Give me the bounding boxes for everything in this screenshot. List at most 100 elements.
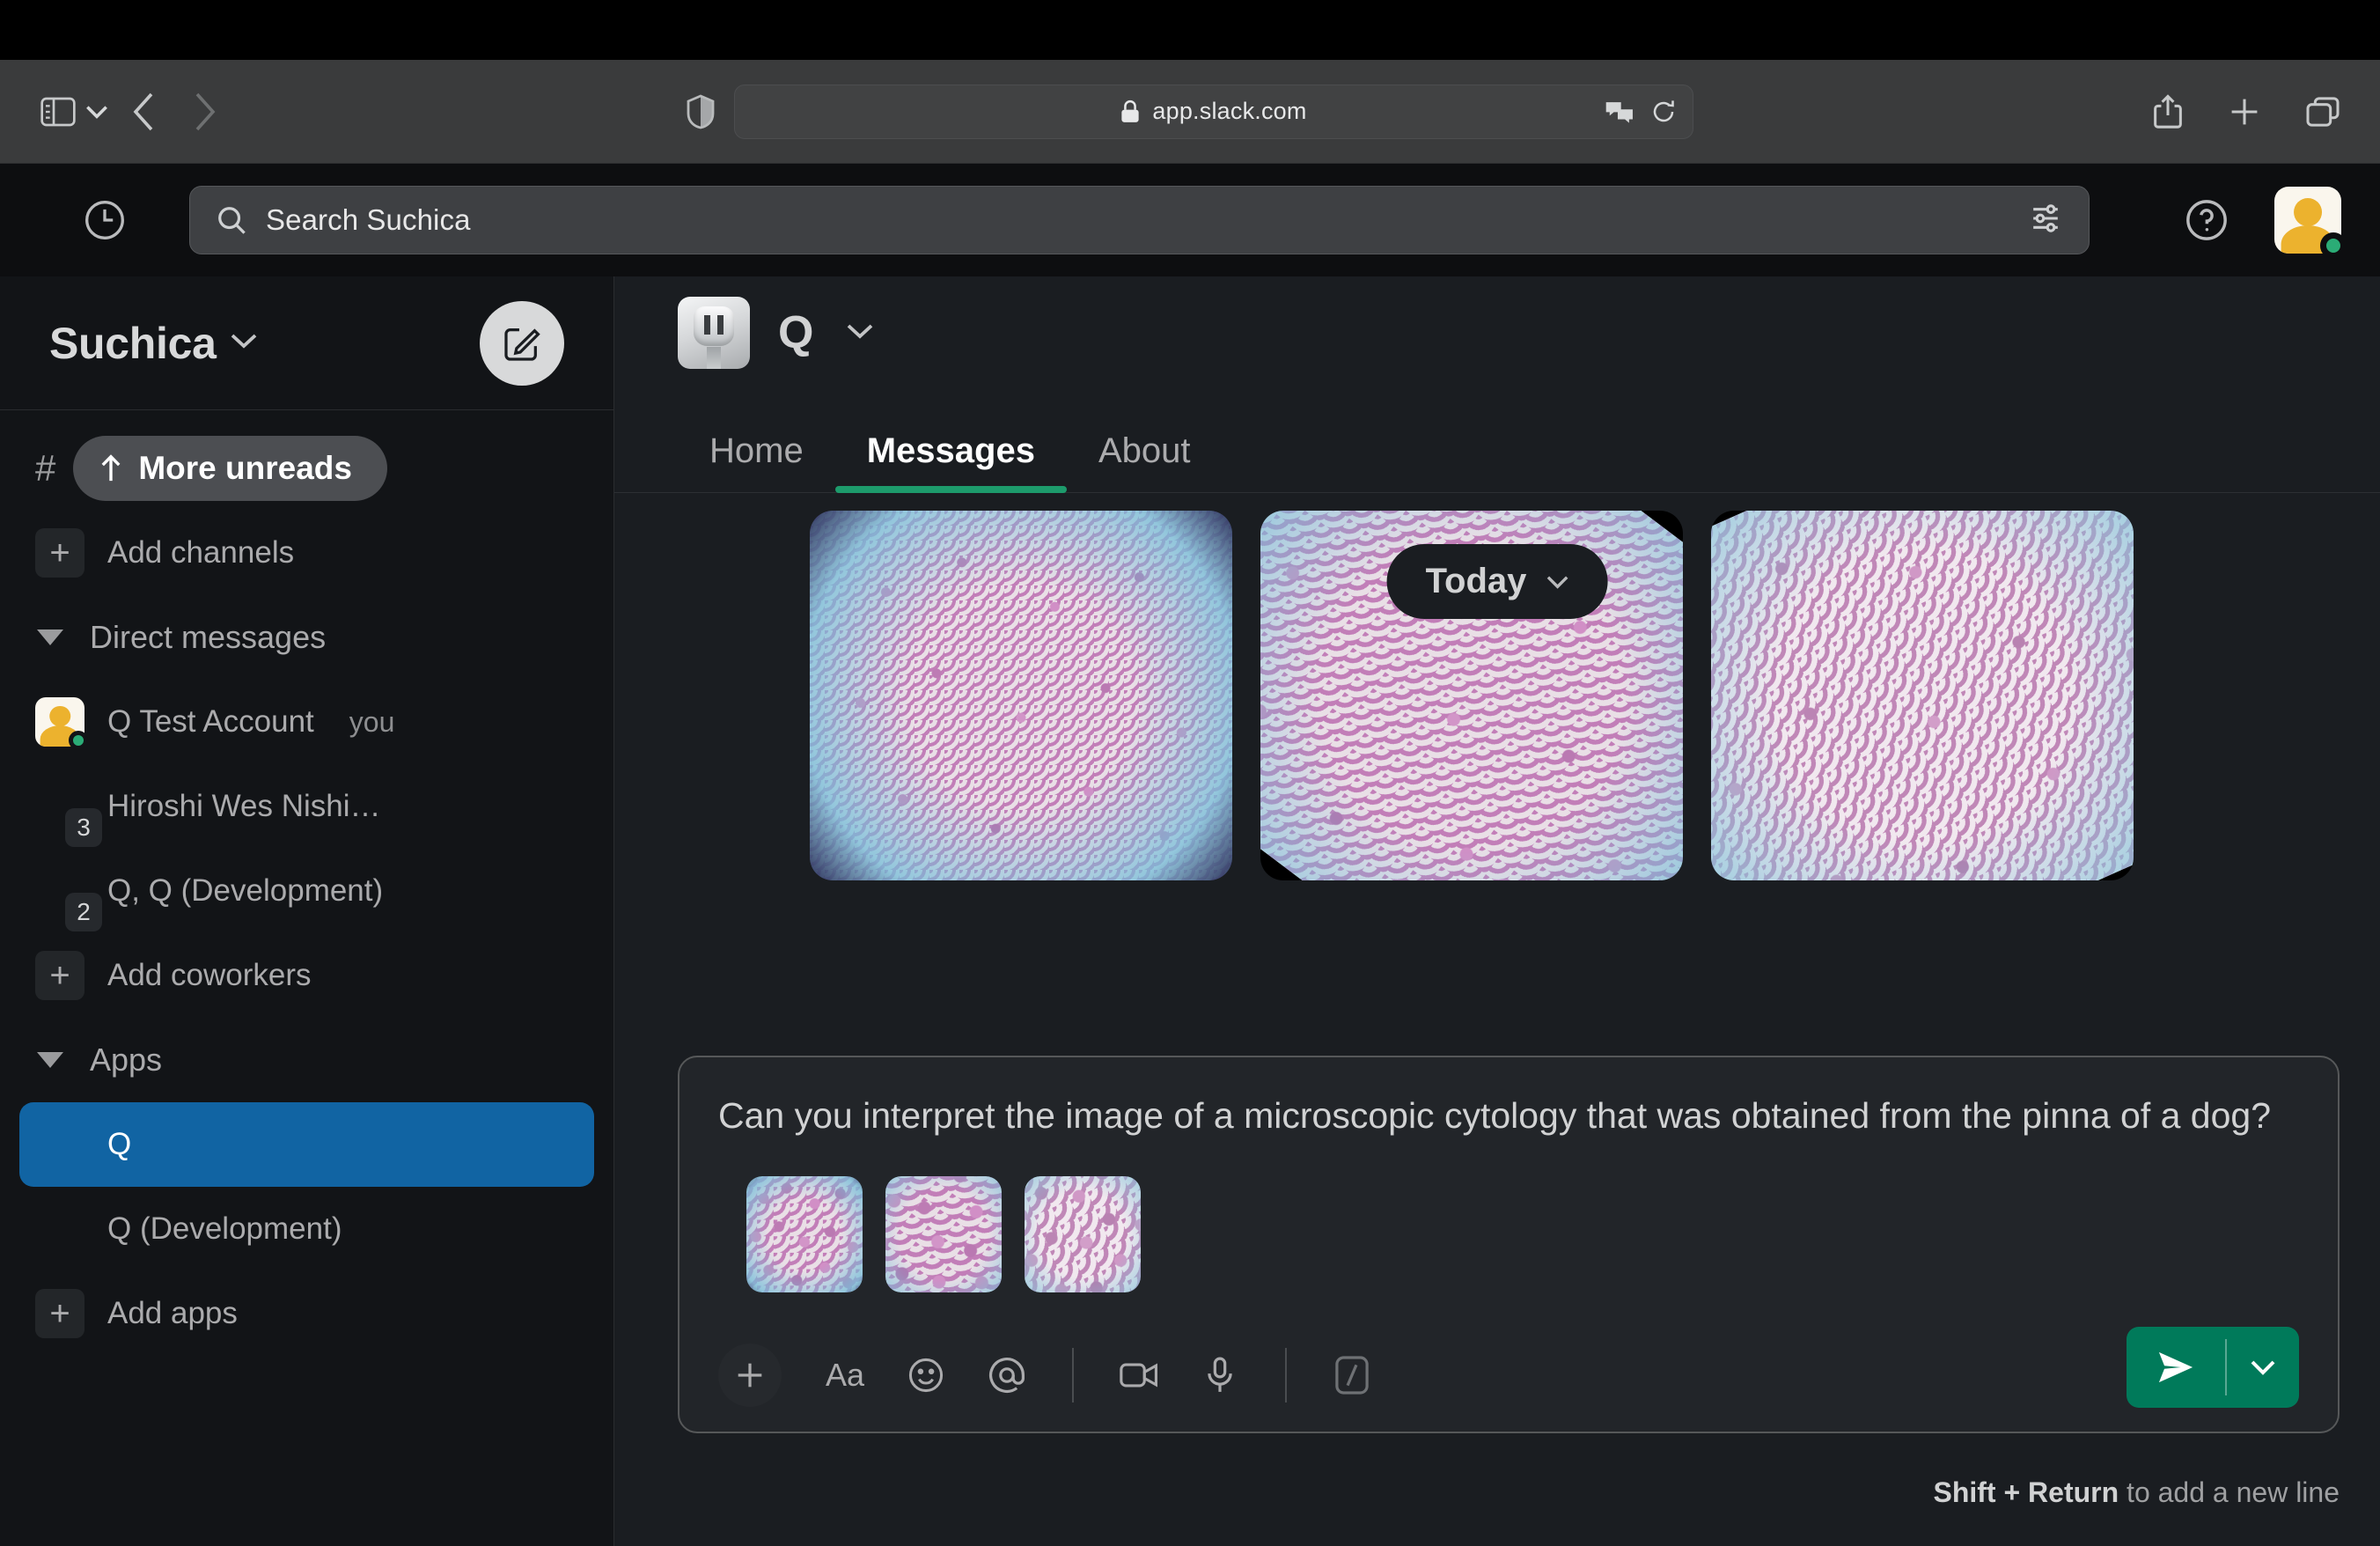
sidebar-toggle-icon[interactable] [35,92,81,132]
message-input[interactable]: Can you interpret the image of a microsc… [718,1091,2299,1148]
dm-you-tag: you [349,706,395,739]
section-direct-messages[interactable]: Direct messages [0,595,613,680]
attachment-row [718,1148,2299,1319]
app-name: Q (Development) [107,1211,342,1247]
user-avatar[interactable] [2274,187,2341,254]
presence-online-dot [2320,232,2347,259]
tab-overview-icon[interactable] [2306,97,2340,127]
avatar [35,1120,84,1169]
video-icon [1120,1360,1158,1390]
toolbar-divider [1072,1348,1074,1402]
plus-icon [734,1359,766,1391]
workspace-header[interactable]: Suchica [0,276,613,410]
video-clip-button[interactable] [1098,1341,1179,1410]
sidebar-item-add-channels[interactable]: + Add channels [0,511,613,595]
dm-name: Hiroshi Wes Nishi… [107,789,381,824]
translate-icon[interactable]: A 文 [1605,99,1634,124]
cytology-thumb-2[interactable] [885,1176,1002,1292]
clock-history-icon[interactable] [81,196,129,244]
add-channels-label: Add channels [107,535,294,571]
compose-button[interactable] [480,301,564,386]
url-text: app.slack.com [1152,98,1306,125]
send-button[interactable] [2127,1327,2225,1408]
cytology-slide-1[interactable] [810,511,1232,880]
add-apps-label: Add apps [107,1296,238,1331]
chevron-down-icon [2251,1359,2275,1375]
search-icon [217,205,246,235]
mention-button[interactable] [966,1341,1047,1410]
arrow-up-icon [99,454,122,482]
back-arrow-icon[interactable] [113,90,174,134]
chevron-down-icon[interactable] [847,323,873,343]
sidebar-item-dm-q-development[interactable]: 2 Q, Q (Development) [0,849,613,933]
avatar [678,297,750,369]
section-apps[interactable]: Apps [0,1018,613,1102]
app-name: Q [107,1127,131,1162]
chevron-collapse-icon [37,629,63,645]
apps-label: Apps [90,1042,162,1079]
workspace-sidebar: Suchica # [0,276,614,1546]
compose-pencil-icon [502,323,542,364]
chevron-down-icon[interactable] [81,92,113,132]
formatting-aa-icon: Aa [826,1357,864,1394]
privacy-shield-icon[interactable] [687,94,715,129]
sidebar-item-dm-hiroshi[interactable]: 3 Hiroshi Wes Nishi… [0,764,613,849]
reload-icon[interactable] [1650,99,1677,125]
direct-messages-label: Direct messages [90,619,326,656]
cytology-thumb-1[interactable] [746,1176,863,1292]
audio-clip-button[interactable] [1179,1341,1260,1410]
send-button-group[interactable] [2127,1327,2299,1408]
sidebar-item-app-q-development[interactable]: Q (Development) [0,1187,613,1271]
share-icon[interactable] [2153,94,2183,129]
sidebar-item-dm-q-test-account[interactable]: Q Test Account you [0,680,613,764]
more-unreads-label: More unreads [138,450,352,487]
dm-name: Q, Q (Development) [107,873,383,909]
send-paper-plane-icon [2156,1349,2196,1386]
avatar: 3 [35,782,84,831]
unread-badge: 3 [65,808,102,847]
help-question-icon[interactable] [2185,198,2229,242]
avatar [35,1204,84,1254]
svg-text:A: A [1610,103,1616,112]
conversation-header[interactable]: Q [614,276,2380,389]
forward-arrow-icon[interactable] [174,90,236,134]
sidebar-item-add-apps[interactable]: + Add apps [0,1271,613,1356]
unreads-row: # More unreads [0,426,613,511]
tab-messages[interactable]: Messages [835,431,1067,492]
date-divider[interactable]: Today [1387,544,1608,619]
address-bar[interactable]: app.slack.com A 文 [734,85,1693,139]
plus-icon[interactable] [2229,96,2260,128]
cytology-slide-3[interactable] [1711,511,2134,880]
slack-top-bar: Search Suchica [0,164,2380,276]
sidebar-item-add-coworkers[interactable]: + Add coworkers [0,933,613,1018]
mention-icon [988,1356,1026,1395]
lock-icon [1120,99,1140,123]
tab-home[interactable]: Home [678,431,835,492]
emoji-icon [907,1357,944,1394]
tab-about[interactable]: About [1067,431,1223,492]
chevron-collapse-icon [37,1052,63,1068]
add-attachment-button[interactable] [718,1344,782,1407]
avatar: 2 [35,866,84,916]
plus-icon: + [35,951,84,1000]
cytology-thumb-3[interactable] [1025,1176,1141,1292]
formatting-button[interactable]: Aa [804,1341,885,1410]
browser-toolbar: app.slack.com A 文 [0,60,2380,164]
composer-box[interactable]: Can you interpret the image of a microsc… [678,1056,2340,1433]
more-unreads-button[interactable]: More unreads [73,436,387,501]
search-input[interactable]: Search Suchica [189,186,2090,254]
unread-badge: 2 [65,893,102,931]
conversation-panel: Q Home Messages About Today [614,276,2380,1546]
emoji-button[interactable] [885,1341,966,1410]
chevron-down-icon[interactable] [231,333,257,353]
message-composer: Can you interpret the image of a microsc… [678,1056,2340,1433]
filter-sliders-icon[interactable] [2029,202,2062,239]
sidebar-item-app-q[interactable]: Q [19,1102,594,1187]
plus-icon: + [35,1289,84,1338]
send-options-button[interactable] [2227,1327,2299,1408]
toolbar-divider-2 [1285,1348,1287,1402]
workspace-name: Suchica [49,318,217,369]
date-divider-label: Today [1426,562,1527,601]
slash-command-button[interactable] [1311,1341,1392,1410]
plus-icon: + [35,528,84,578]
